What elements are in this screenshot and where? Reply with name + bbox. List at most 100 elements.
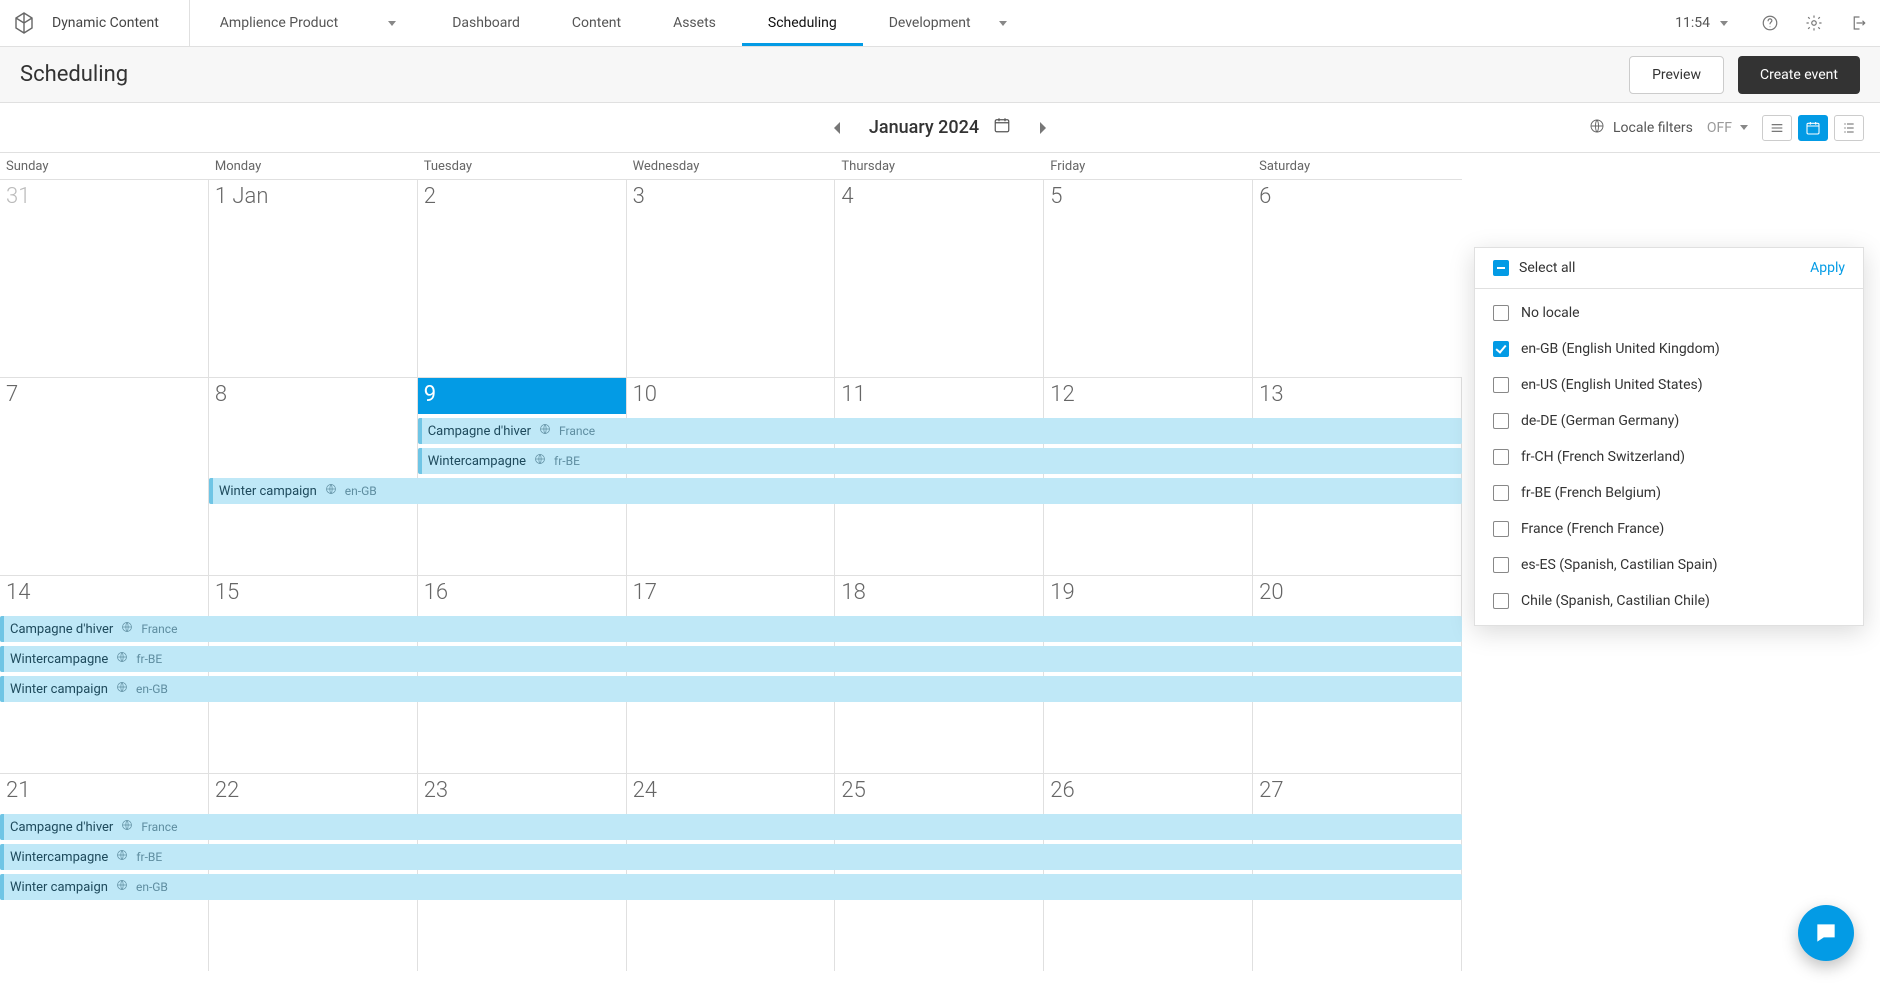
day-header: Monday xyxy=(209,153,418,179)
calendar-day-cell[interactable]: 3 xyxy=(627,180,836,377)
calendar-day-cell[interactable]: 31 xyxy=(0,180,209,377)
view-timeline-button[interactable] xyxy=(1762,115,1792,141)
globe-icon xyxy=(534,453,546,469)
chat-fab[interactable] xyxy=(1798,905,1854,961)
locale-option[interactable]: France (French France) xyxy=(1475,511,1863,547)
day-number: 3 xyxy=(633,184,645,209)
locale-option[interactable]: Chile (Spanish, Castilian Chile) xyxy=(1475,583,1863,619)
globe-icon xyxy=(325,483,337,499)
event-locale: en-GB xyxy=(136,880,168,894)
settings-icon[interactable] xyxy=(1792,0,1836,46)
day-number: 1 Jan xyxy=(215,184,269,209)
event-locale: en-GB xyxy=(136,682,168,696)
day-number: 21 xyxy=(6,778,30,803)
calendar-day-cell[interactable]: 4 xyxy=(835,180,1044,377)
calendar-day-cell[interactable]: 5 xyxy=(1044,180,1253,377)
brand-logo-icon xyxy=(10,9,38,37)
logout-icon[interactable] xyxy=(1836,0,1880,46)
calendar-day-cell[interactable]: 14 xyxy=(0,576,209,773)
calendar-event[interactable]: Winter campaignen-GB xyxy=(0,874,1462,900)
calendar-day-cell[interactable]: 11 xyxy=(835,378,1044,575)
calendar-event[interactable]: Winter campaign en-GB xyxy=(0,676,1462,702)
checkbox-unchecked-icon xyxy=(1493,449,1509,465)
create-event-button[interactable]: Create event xyxy=(1738,56,1860,94)
calendar-day-cell[interactable]: 6 xyxy=(1253,180,1462,377)
calendar-day-cell[interactable]: 19 xyxy=(1044,576,1253,773)
day-number: 14 xyxy=(6,580,30,605)
calendar-day-cell[interactable]: 22 xyxy=(209,774,418,971)
event-title: Campagne d'hiver xyxy=(10,820,113,835)
event-locale: France xyxy=(141,820,177,834)
calendar-event[interactable]: Winter campaignen-GB xyxy=(209,478,1462,504)
calendar-day-cell[interactable]: 26 xyxy=(1044,774,1253,971)
locale-option[interactable]: en-GB (English United Kingdom) xyxy=(1475,331,1863,367)
calendar-day-cell[interactable]: 21 xyxy=(0,774,209,971)
day-number: 24 xyxy=(633,778,657,803)
month-label: January 2024 xyxy=(869,117,979,138)
next-month-button[interactable] xyxy=(1029,114,1057,142)
calendar-day-cell[interactable]: 7 xyxy=(0,378,209,575)
nav-tab-assets[interactable]: Assets xyxy=(647,0,742,46)
calendar-day-cell[interactable]: 17 xyxy=(627,576,836,773)
calendar-day-cell[interactable]: 18 xyxy=(835,576,1044,773)
apply-button[interactable]: Apply xyxy=(1810,260,1845,276)
calendar: SundayMondayTuesdayWednesdayThursdayFrid… xyxy=(0,153,1462,971)
locale-option-label: en-GB (English United Kingdom) xyxy=(1521,341,1720,357)
calendar-event[interactable]: Campagne d'hiverFrance xyxy=(0,616,1462,642)
calendar-day-cell[interactable]: 27 xyxy=(1253,774,1462,971)
select-all-toggle[interactable]: Select all xyxy=(1493,260,1575,276)
nav-tab-development[interactable]: Development xyxy=(863,0,1033,46)
page-title: Scheduling xyxy=(20,62,128,87)
nav-tab-content[interactable]: Content xyxy=(546,0,647,46)
locale-option[interactable]: fr-CH (French Switzerland) xyxy=(1475,439,1863,475)
nav-tab-scheduling[interactable]: Scheduling xyxy=(742,0,863,46)
day-header: Friday xyxy=(1044,153,1253,179)
day-number: 31 xyxy=(6,184,30,209)
checkbox-indeterminate-icon xyxy=(1493,260,1509,276)
view-month-button[interactable] xyxy=(1798,115,1828,141)
locale-option[interactable]: es-ES (Spanish, Castilian Spain) xyxy=(1475,547,1863,583)
caret-down-icon[interactable] xyxy=(1720,21,1728,26)
calendar-icon[interactable] xyxy=(993,116,1011,139)
calendar-day-cell[interactable]: 12 xyxy=(1044,378,1253,575)
calendar-day-cell[interactable]: 23 xyxy=(418,774,627,971)
event-title: Winter campaign xyxy=(10,682,108,697)
locale-option[interactable]: de-DE (German Germany) xyxy=(1475,403,1863,439)
brand-name: Dynamic Content xyxy=(52,0,190,46)
locale-option[interactable]: No locale xyxy=(1475,295,1863,331)
nav-tab-dashboard[interactable]: Dashboard xyxy=(426,0,546,46)
preview-button[interactable]: Preview xyxy=(1629,56,1724,94)
calendar-day-cell[interactable]: 13 xyxy=(1253,378,1462,575)
prev-month-button[interactable] xyxy=(823,114,851,142)
calendar-day-cell[interactable]: 15 xyxy=(209,576,418,773)
calendar-day-cell[interactable]: 9 xyxy=(418,378,627,575)
calendar-day-cell[interactable]: 24 xyxy=(627,774,836,971)
day-number: 12 xyxy=(1050,382,1074,407)
day-number: 4 xyxy=(841,184,853,209)
checkbox-unchecked-icon xyxy=(1493,485,1509,501)
calendar-day-cell[interactable]: 2 xyxy=(418,180,627,377)
calendar-event[interactable]: Wintercampagnefr-BE xyxy=(418,448,1462,474)
calendar-day-cell[interactable]: 10 xyxy=(627,378,836,575)
locale-option[interactable]: en-US (English United States) xyxy=(1475,367,1863,403)
calendar-day-cell[interactable]: 1 Jan xyxy=(209,180,418,377)
locale-option[interactable]: fr-BE (French Belgium) xyxy=(1475,475,1863,511)
event-title: Winter campaign xyxy=(219,484,317,499)
calendar-day-cell[interactable]: 8 xyxy=(209,378,418,575)
hub-selector[interactable]: Amplience Product xyxy=(190,15,426,31)
help-icon[interactable] xyxy=(1748,0,1792,46)
calendar-event[interactable]: Campagne d'hiver France xyxy=(0,814,1462,840)
day-number: 6 xyxy=(1259,184,1271,209)
checkbox-unchecked-icon xyxy=(1493,593,1509,609)
view-list-button[interactable] xyxy=(1834,115,1864,141)
calendar-day-cell[interactable]: 16 xyxy=(418,576,627,773)
calendar-event[interactable]: Wintercampagnefr-BE xyxy=(0,646,1462,672)
calendar-day-cell[interactable]: 20 xyxy=(1253,576,1462,773)
locale-filters-toggle[interactable]: Locale filters OFF xyxy=(1589,118,1748,138)
event-title: Wintercampagne xyxy=(10,850,108,865)
calendar-event[interactable]: Wintercampagnefr-BE xyxy=(0,844,1462,870)
calendar-event[interactable]: Campagne d'hiverFrance xyxy=(418,418,1462,444)
calendar-day-cell[interactable]: 25 xyxy=(835,774,1044,971)
select-all-label: Select all xyxy=(1519,260,1575,276)
checkbox-unchecked-icon xyxy=(1493,521,1509,537)
